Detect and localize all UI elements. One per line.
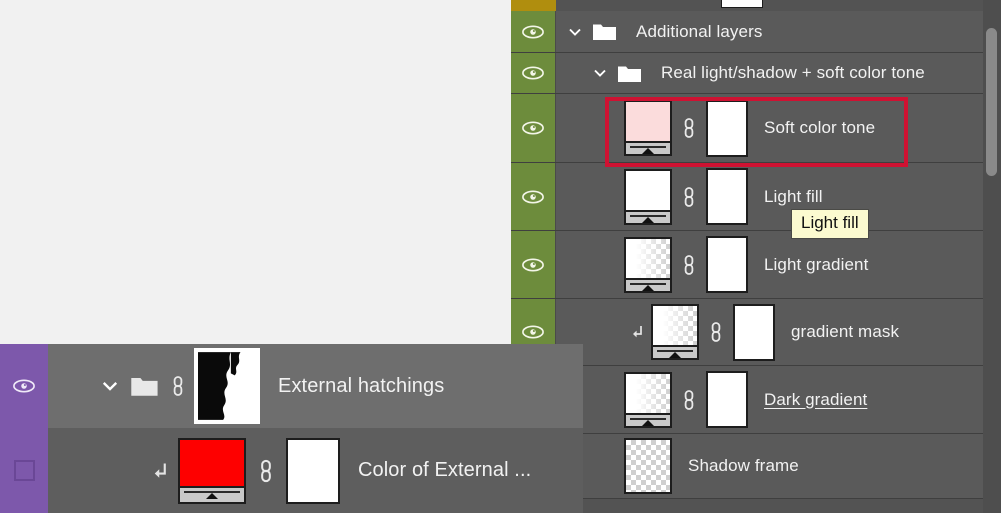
link-icon[interactable] [708, 319, 724, 345]
layer-name: Real light/shadow + soft color tone [661, 63, 925, 82]
visibility-toggle[interactable] [511, 231, 556, 298]
layer-row-color-of-external[interactable]: Color of External ... [0, 428, 583, 513]
layer-thumbnail[interactable] [651, 304, 699, 360]
eye-icon [522, 257, 544, 272]
layer-row-body[interactable]: Dark gradient [556, 366, 1001, 433]
link-icon[interactable] [170, 372, 186, 400]
screen: Additional layers Real light/shadow + so… [0, 0, 1001, 513]
visibility-toggle[interactable] [0, 428, 48, 513]
clipping-mask-arrow-icon [633, 326, 642, 338]
adjustment-slider-icon [626, 141, 670, 154]
folder-icon [618, 66, 641, 82]
adjustment-slider-icon [180, 485, 244, 502]
layer-thumbnail[interactable] [624, 438, 672, 494]
adjustment-slider-icon [626, 412, 670, 426]
layer-row-body[interactable]: Additional layers [556, 11, 1001, 52]
layer-mask-thumbnail[interactable] [706, 236, 748, 293]
layer-name: Light fill [764, 186, 823, 206]
black-white-mask-icon [198, 352, 256, 420]
layer-row-dark-gradient[interactable]: Dark gradient [511, 366, 1001, 434]
layer-row-real-light-shadow[interactable]: Real light/shadow + soft color tone [511, 53, 1001, 94]
layer-row-additional-layers[interactable]: Additional layers [511, 11, 1001, 53]
layer-thumbnail[interactable] [624, 236, 672, 293]
adjustment-slider-icon [626, 277, 670, 291]
layer-row-light-gradient[interactable]: Light gradient [511, 231, 1001, 299]
layer-row-body[interactable]: Soft color tone [556, 94, 1001, 162]
eye-icon [13, 379, 35, 393]
folder-icon [593, 24, 616, 40]
partial-row-thumbnail[interactable] [721, 0, 763, 8]
layer-thumbnail[interactable] [178, 437, 246, 504]
clipping-mask-arrow-icon [154, 463, 166, 478]
layer-name: Light gradient [764, 254, 869, 274]
layer-row-body[interactable]: Color of External ... [48, 428, 583, 513]
partial-row-body [556, 0, 1001, 11]
layer-row-light-fill[interactable]: Light fill [511, 163, 1001, 231]
visibility-toggle[interactable] [511, 11, 556, 52]
layer-row-body[interactable]: gradient mask [556, 299, 1001, 365]
chevron-down-icon[interactable] [100, 376, 120, 396]
layer-row-external-hatchings[interactable]: External hatchings [0, 344, 583, 428]
panel-scrollbar-thumb[interactable] [986, 28, 997, 176]
layer-mask-thumbnail[interactable] [706, 99, 748, 157]
panel-scrollbar-track[interactable] [983, 0, 1001, 513]
adjustment-slider-icon [626, 209, 670, 223]
layer-name: Dark gradient [764, 389, 868, 409]
link-icon[interactable] [681, 184, 697, 210]
chevron-down-icon[interactable] [592, 65, 608, 81]
floating-layers-panel: External hatchings Color of External ... [0, 344, 583, 513]
layer-row-body[interactable]: Light fill [556, 163, 1001, 230]
visibility-toggle[interactable] [511, 53, 556, 93]
layer-row-soft-color-tone[interactable]: Soft color tone [511, 94, 1001, 163]
layer-name: gradient mask [791, 322, 900, 341]
layer-thumbnail[interactable] [624, 100, 672, 156]
folder-icon [131, 378, 158, 396]
layer-row-body[interactable]: Shadow frame [556, 434, 1001, 498]
eye-icon [522, 325, 544, 339]
visibility-toggle[interactable] [511, 163, 556, 230]
layers-panel: Additional layers Real light/shadow + so… [511, 0, 1001, 513]
layer-mask-thumbnail[interactable] [286, 437, 340, 504]
layer-name: Shadow frame [688, 456, 799, 475]
empty-visibility-box-icon [13, 460, 35, 481]
link-icon[interactable] [681, 387, 697, 413]
layer-mask-thumbnail[interactable] [706, 371, 748, 428]
layer-name: Additional layers [636, 21, 763, 41]
link-icon[interactable] [681, 115, 697, 141]
transparency-checker [626, 440, 670, 492]
tooltip: Light fill [791, 209, 869, 239]
link-icon[interactable] [681, 252, 697, 278]
layer-name: External hatchings [278, 374, 445, 397]
layer-thumbnail[interactable] [624, 168, 672, 225]
layer-row-gradient-mask[interactable]: gradient mask [511, 299, 1001, 366]
layer-row-shadow-frame[interactable]: Shadow frame [511, 434, 1001, 499]
eye-icon [522, 24, 544, 39]
layer-mask-thumbnail[interactable] [733, 303, 775, 361]
chevron-down-icon[interactable] [567, 24, 583, 40]
partial-row-visibility-swatch[interactable] [511, 0, 556, 11]
eye-icon [522, 121, 544, 135]
link-icon[interactable] [257, 456, 275, 486]
layer-name: Color of External ... [358, 459, 532, 481]
visibility-toggle[interactable] [511, 94, 556, 162]
layer-mask-thumbnail[interactable] [706, 168, 748, 225]
group-mask-thumbnail[interactable] [194, 348, 260, 424]
layer-row-body[interactable]: Light gradient [556, 231, 1001, 298]
adjustment-slider-icon [653, 345, 697, 358]
eye-icon [522, 66, 544, 80]
layer-row-body[interactable]: Real light/shadow + soft color tone [556, 53, 1001, 93]
eye-icon [522, 189, 544, 204]
layer-thumbnail[interactable] [624, 371, 672, 428]
layer-row-body[interactable]: External hatchings [48, 344, 583, 428]
visibility-toggle[interactable] [0, 344, 48, 428]
layer-name: Soft color tone [764, 118, 876, 137]
